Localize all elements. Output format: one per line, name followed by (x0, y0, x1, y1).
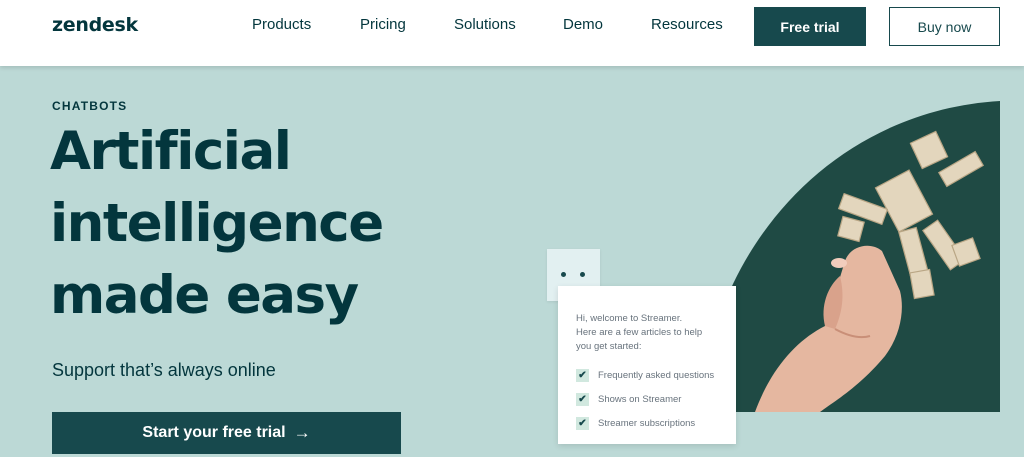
section-eyebrow: CHATBOTS (52, 99, 128, 113)
nav-demo[interactable]: Demo (563, 16, 603, 33)
bot-eye-icon (580, 272, 585, 277)
checkmark-icon: ✔ (576, 392, 589, 406)
article-list: ✔ Frequently asked questions ✔ Shows on … (576, 363, 736, 435)
checkmark-icon: ✔ (576, 368, 589, 382)
bot-eye-icon (561, 272, 566, 277)
zendesk-logo[interactable]: zendesk (52, 14, 138, 36)
hero-section: CHATBOTS Artificial intelligence made ea… (0, 66, 1024, 457)
chat-intro-line: Hi, welcome to Streamer. (576, 313, 683, 324)
article-item[interactable]: ✔ Frequently asked questions (576, 363, 736, 387)
free-trial-button[interactable]: Free trial (754, 7, 866, 46)
start-free-trial-button[interactable]: Start your free trial → (52, 412, 401, 454)
article-item[interactable]: ✔ Streamer subscriptions (576, 411, 736, 435)
cta-label: Start your free trial (142, 424, 286, 441)
headline-line-1: Artificial (50, 121, 292, 182)
chat-intro-line: Here are a few articles to help (576, 327, 703, 338)
nav-solutions[interactable]: Solutions (454, 16, 516, 33)
chat-intro-line: you get started: (576, 341, 642, 352)
nav-pricing[interactable]: Pricing (360, 16, 406, 33)
headline-line-3: made easy (50, 265, 359, 326)
chat-intro: Hi, welcome to Streamer. Here are a few … (576, 312, 726, 354)
headline-line-2: intelligence (50, 193, 384, 254)
site-header: zendesk Products Pricing Solutions Demo … (0, 0, 1024, 66)
nav-products[interactable]: Products (252, 16, 311, 33)
chatbot-message-card: Hi, welcome to Streamer. Here are a few … (558, 286, 736, 444)
hand-robot-illustration (700, 101, 1000, 412)
arrow-right-icon: → (293, 423, 311, 442)
article-item[interactable]: ✔ Shows on Streamer (576, 387, 736, 411)
article-label: Frequently asked questions (598, 369, 715, 381)
article-label: Shows on Streamer (598, 393, 682, 405)
hero-subtext: Support that’s always online (52, 360, 276, 380)
buy-now-button[interactable]: Buy now (889, 7, 1000, 46)
article-label: Streamer subscriptions (598, 417, 696, 429)
checkmark-icon: ✔ (576, 416, 589, 430)
hero-headline: Artificial intelligence made easy (50, 116, 470, 332)
nav-resources[interactable]: Resources (651, 16, 723, 33)
